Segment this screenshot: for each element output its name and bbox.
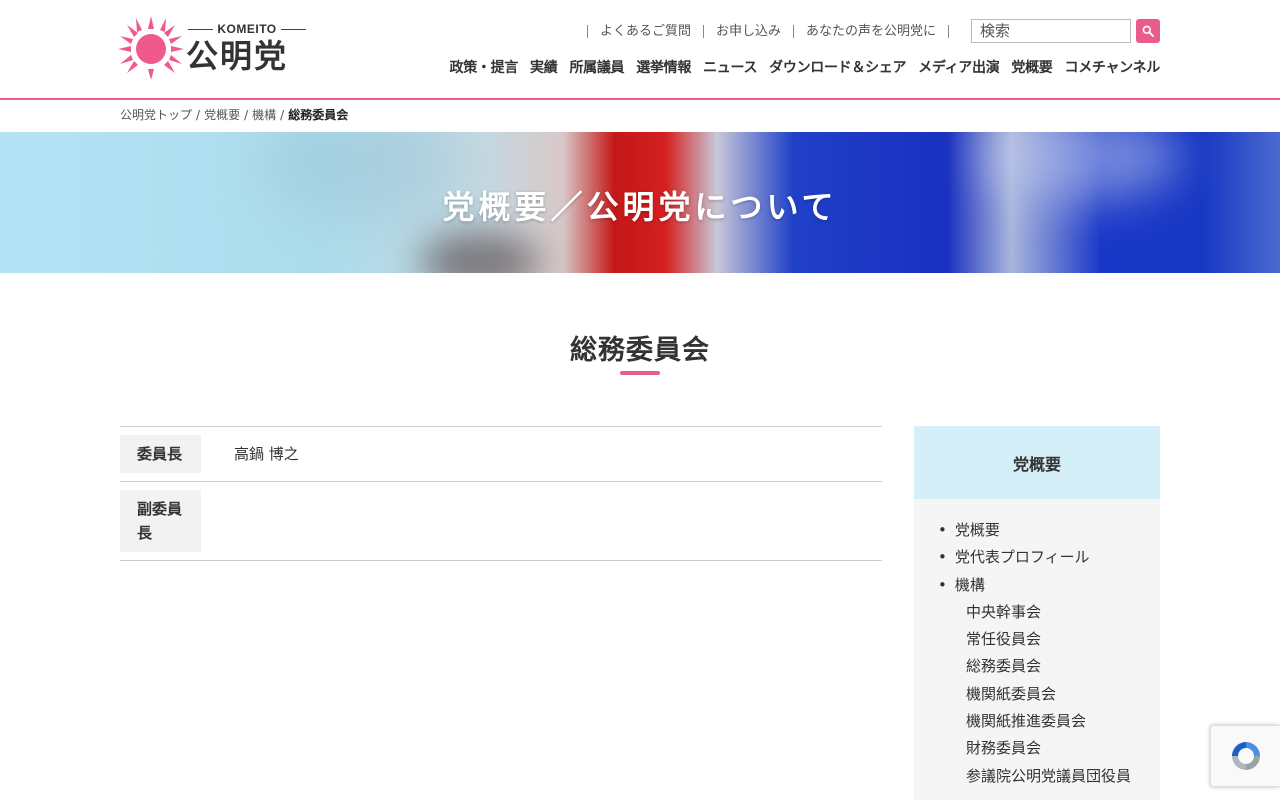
sidebar-link-standing-officers[interactable]: 常任役員会 <box>966 630 1041 648</box>
page-title: 総務委員会 <box>570 335 710 366</box>
site-header: KOMEITO 公明党 よくあるご質問 お申し込み あなたの声を公明党に 政策・… <box>0 0 1280 100</box>
komeito-logo[interactable]: KOMEITO 公明党 <box>118 14 308 80</box>
nav-media[interactable]: メディア出演 <box>918 57 1000 77</box>
breadcrumb-current: 総務委員会 <box>288 108 349 122</box>
role-label: 副委員長 <box>120 490 201 552</box>
role-label: 委員長 <box>120 435 201 473</box>
breadcrumb-separator: / <box>280 107 285 122</box>
breadcrumb-home[interactable]: 公明党トップ <box>120 106 192 123</box>
logo-name: 公明党 <box>186 37 289 75</box>
sidebar-link-central-executive[interactable]: 中央幹事会 <box>966 603 1041 621</box>
committee-members-table: 委員長 高鍋 博之 副委員長 <box>120 426 882 561</box>
sidebar-list: 党概要 党代表プロフィール 機構 中央幹事会 常任役員会 総務委員会 機関紙委員… <box>914 499 1160 790</box>
sidebar-link-general-affairs[interactable]: 総務委員会 <box>966 657 1041 675</box>
sidebar-subitem: 財務委員会 <box>938 735 1160 762</box>
nav-achievements[interactable]: 実績 <box>530 57 558 77</box>
sidebar-heading: 党概要 <box>914 426 1160 499</box>
sidebar-link-finance[interactable]: 財務委員会 <box>966 739 1041 757</box>
sidebar-subitem: 機関紙委員会 <box>938 681 1160 708</box>
breadcrumb-separator: / <box>196 107 201 122</box>
sidebar-item: 機構 <box>938 572 1160 599</box>
nav-about[interactable]: 党概要 <box>1011 57 1052 77</box>
nav-channel[interactable]: コメチャンネル <box>1065 57 1161 77</box>
nav-news[interactable]: ニュース <box>703 57 757 77</box>
recaptcha-icon <box>1231 742 1260 770</box>
voice-link[interactable]: あなたの声を公明党に <box>792 24 949 38</box>
sidebar-subitem: 機関紙推進委員会 <box>938 708 1160 735</box>
hero-title: 党概要／公明党について <box>442 188 838 226</box>
nav-download[interactable]: ダウンロード＆シェア <box>769 57 906 77</box>
nav-election[interactable]: 選挙情報 <box>636 57 691 77</box>
member-name <box>234 482 882 561</box>
search-icon <box>1142 25 1154 37</box>
sidebar-link-councillors[interactable]: 参議院公明党議員団役員 <box>966 767 1131 785</box>
recaptcha-badge[interactable] <box>1210 725 1280 787</box>
nav-policy[interactable]: 政策・提言 <box>450 57 519 77</box>
breadcrumb-organization[interactable]: 機構 <box>252 106 276 123</box>
breadcrumb-about[interactable]: 党概要 <box>204 106 240 123</box>
sidebar-item: 党概要 <box>938 517 1160 544</box>
title-underline <box>620 371 660 375</box>
sidebar-item: 党代表プロフィール <box>938 544 1160 571</box>
global-nav: 政策・提言 実績 所属議員 選挙情報 ニュース ダウンロード＆シェア メディア出… <box>438 57 1161 77</box>
sun-logo-icon <box>118 16 184 80</box>
faq-link[interactable]: よくあるご質問 <box>586 24 703 38</box>
sidebar-subitem: 常任役員会 <box>938 626 1160 653</box>
hero-background-blur <box>420 232 540 273</box>
search-button[interactable] <box>1136 19 1160 43</box>
apply-link[interactable]: お申し込み <box>702 24 793 38</box>
sidebar-link-leader-profile[interactable]: 党代表プロフィール <box>955 548 1090 566</box>
sidebar-subitem: 中央幹事会 <box>938 599 1160 626</box>
sidebar-subitem: 総務委員会 <box>938 653 1160 680</box>
table-row: 委員長 高鍋 博之 <box>120 426 882 482</box>
logo-sub-text: KOMEITO <box>217 22 277 36</box>
sidebar-link-about[interactable]: 党概要 <box>955 521 1000 539</box>
sidebar-subitem: 参議院公明党議員団役員 <box>938 763 1160 790</box>
sidebar-link-newspaper-promotion[interactable]: 機関紙推進委員会 <box>966 712 1086 730</box>
table-row: 副委員長 <box>120 481 882 561</box>
member-name: 高鍋 博之 <box>234 445 299 463</box>
hero-banner: 党概要／公明党について <box>0 132 1280 273</box>
search-input[interactable] <box>971 19 1131 43</box>
sidebar-link-organization[interactable]: 機構 <box>955 576 985 594</box>
utility-nav: よくあるご質問 お申し込み あなたの声を公明党に <box>586 18 1160 44</box>
breadcrumb-separator: / <box>244 107 249 122</box>
logo-subtitle: KOMEITO <box>188 22 306 36</box>
sidebar-link-newspaper[interactable]: 機関紙委員会 <box>966 685 1056 703</box>
sidebar: 党概要 党概要 党代表プロフィール 機構 中央幹事会 常任役員会 総務委員会 機… <box>914 426 1160 800</box>
nav-members[interactable]: 所属議員 <box>569 57 624 77</box>
breadcrumb: 公明党トップ / 党概要 / 機構 / 総務委員会 <box>120 106 348 123</box>
